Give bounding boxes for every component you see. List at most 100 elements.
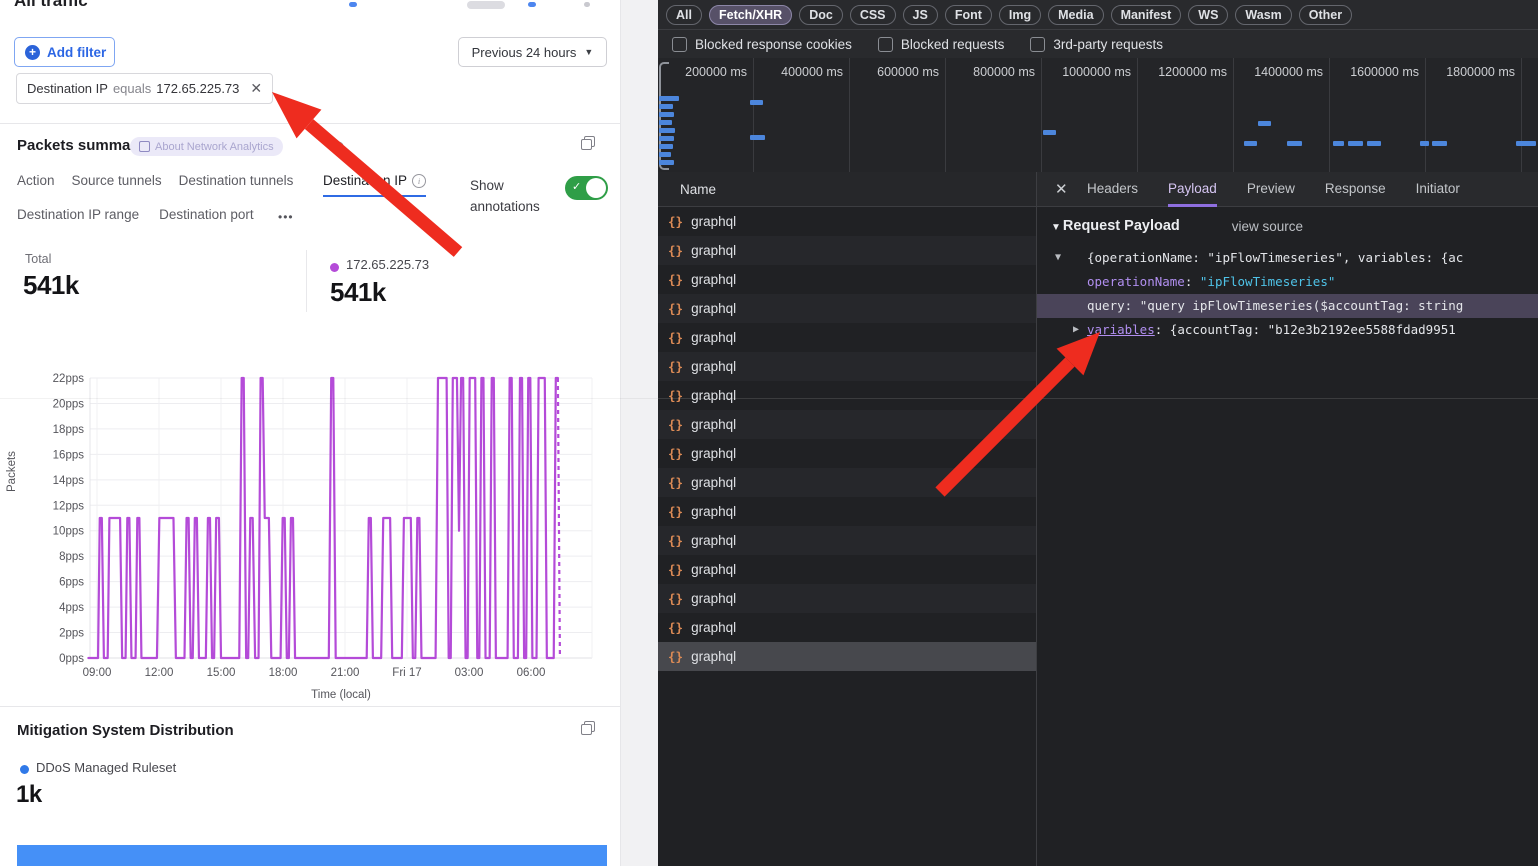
summary-tab[interactable]: Action [17,173,55,195]
summary-tab[interactable]: Destination IP range [17,207,139,229]
summary-tab[interactable]: Source tunnels [72,173,162,195]
svg-text:0pps: 0pps [59,653,84,665]
triangle-down-icon[interactable]: ▼ [1055,246,1061,270]
filter-pill[interactable]: Other [1299,5,1352,25]
timeline-label: 1200000 ms [1158,65,1227,79]
devtools-panel: All Fetch/XHR Doc CSS JS Font Img Media Manifest… [658,0,1538,866]
request-row[interactable]: {} graphql [658,236,1036,265]
timeline-request-bar [1420,141,1429,146]
filter-pill[interactable]: JS [903,5,938,25]
request-row[interactable]: {} graphql [658,642,1036,671]
checkbox-icon[interactable] [878,37,893,52]
filter-operator: equals [113,81,151,96]
filter-chip[interactable]: Destination IP equals 172.65.225.73 ✕ [16,73,273,104]
option-checkbox[interactable]: Blocked response cookies [672,37,852,52]
svg-text:22pps: 22pps [53,373,85,385]
request-row[interactable]: {} graphql [658,613,1036,642]
request-row[interactable]: {} graphql [658,381,1036,410]
payload-row[interactable]: operationName: "ipFlowTimeseries" [1037,270,1538,294]
json-braces-icon: {} [668,359,683,374]
detail-tab[interactable]: Payload [1168,172,1217,207]
request-name: graphql [691,504,736,519]
request-row[interactable]: {} graphql [658,555,1036,584]
request-name: graphql [691,359,736,374]
timeline-request-bar [659,144,673,149]
checkbox-icon[interactable] [672,37,687,52]
payload-text: "ipFlowTimeseries" [1200,274,1335,289]
request-row[interactable]: {} graphql [658,294,1036,323]
filter-pill[interactable]: Manifest [1111,5,1182,25]
filter-pill[interactable]: Fetch/XHR [709,5,792,25]
filter-pill[interactable]: Doc [799,5,843,25]
svg-text:18pps: 18pps [53,424,85,436]
packets-line-chart[interactable]: 0pps2pps4pps6pps8pps10pps12pps14pps16pps… [0,360,620,700]
total-value: 541k [23,270,79,301]
timeline-request-bar [659,120,672,125]
show-annotations-toggle[interactable]: ✓ [565,176,608,200]
y-axis-title: Packets [6,451,18,492]
summary-tab-destination-ip[interactable]: Destination IP i [323,173,426,197]
request-row[interactable]: {} graphql [658,323,1036,352]
checkbox-icon[interactable] [1030,37,1045,52]
svg-text:Fri 17: Fri 17 [392,667,421,679]
filter-pill[interactable]: Media [1048,5,1103,25]
json-braces-icon: {} [668,301,683,316]
payload-row[interactable]: ▶variables: {accountTag: "b12e3b2192ee55… [1037,318,1538,342]
detail-tab[interactable]: Headers [1087,172,1138,207]
timeline-label: 1800000 ms [1446,65,1515,79]
filter-pill[interactable]: All [666,5,702,25]
svg-text:14pps: 14pps [53,475,85,487]
detail-tab[interactable]: Response [1325,172,1386,207]
detail-tab[interactable]: Initiator [1416,172,1460,207]
mitigation-legend-dot [20,765,29,774]
popout-icon[interactable] [581,136,595,150]
detail-tab[interactable]: Preview [1247,172,1295,207]
filter-pill[interactable]: Wasm [1235,5,1291,25]
filter-pill[interactable]: Font [945,5,992,25]
svg-text:18:00: 18:00 [269,667,298,679]
request-row[interactable]: {} graphql [658,497,1036,526]
payload-row[interactable]: query: "query ipFlowTimeseries($accountT… [1037,294,1538,318]
option-checkbox[interactable]: 3rd-party requests [1030,37,1163,52]
request-row[interactable]: {} graphql [658,207,1036,236]
svg-text:10pps: 10pps [53,526,85,538]
more-tabs-button[interactable]: ••• [278,210,294,231]
payload-row[interactable]: ▼{operationName: "ipFlowTimeseries", var… [1037,246,1538,270]
close-icon[interactable]: ✕ [1055,180,1068,198]
popout-icon[interactable] [581,721,595,735]
timeline-request-bar [659,152,671,157]
add-filter-button[interactable]: + Add filter [14,37,115,67]
filter-pill[interactable]: CSS [850,5,896,25]
request-name: graphql [691,388,736,403]
about-network-analytics-badge[interactable]: About Network Analytics [130,137,283,156]
view-source-link[interactable]: view source [1232,219,1303,234]
mitigation-legend-label: DDoS Managed Ruleset [36,760,176,775]
request-row[interactable]: {} graphql [658,584,1036,613]
triangle-right-icon[interactable]: ▶ [1073,318,1079,342]
remove-filter-icon[interactable]: ✕ [250,80,262,97]
timeline-gridline [753,58,754,172]
series-value: 541k [330,277,386,308]
network-overview-timeline[interactable]: 200000 ms400000 ms600000 ms800000 ms1000… [658,58,1538,173]
request-row[interactable]: {} graphql [658,468,1036,497]
summary-tab[interactable]: Destination port [159,207,254,229]
request-row[interactable]: {} graphql [658,526,1036,555]
mitigation-value: 1k [16,781,42,809]
request-row[interactable]: {} graphql [658,410,1036,439]
request-payload-section[interactable]: ▼Request Payload [1051,218,1180,234]
clipped-toolbar-fragment [467,1,505,9]
svg-text:12:00: 12:00 [145,667,174,679]
filter-pill[interactable]: Img [999,5,1041,25]
request-name: graphql [691,591,736,606]
name-column-header[interactable]: Name [658,172,1036,207]
option-checkbox[interactable]: Blocked requests [878,37,1005,52]
time-range-dropdown[interactable]: Previous 24 hours ▼ [458,37,607,67]
summary-tabs-row2: Destination IP range Destination port [17,207,254,229]
request-row[interactable]: {} graphql [658,439,1036,468]
summary-tab[interactable]: Destination tunnels [179,173,294,195]
request-name: graphql [691,620,736,635]
filter-pill[interactable]: WS [1188,5,1228,25]
timeline-request-bar [659,128,675,133]
request-row[interactable]: {} graphql [658,265,1036,294]
request-row[interactable]: {} graphql [658,352,1036,381]
